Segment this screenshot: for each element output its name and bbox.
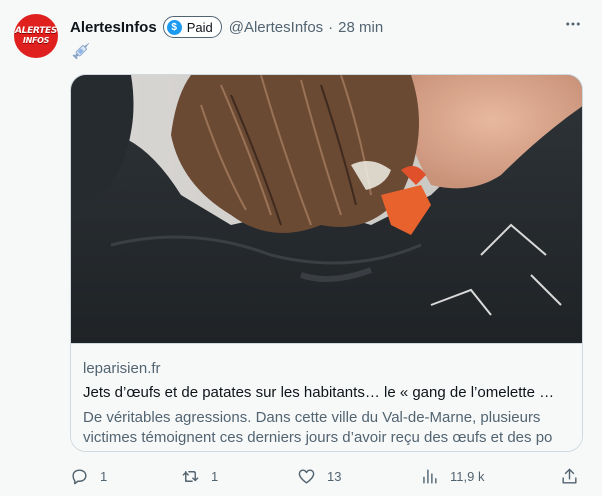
separator-dot: · — [328, 18, 334, 36]
views-button[interactable]: 11,9 k — [420, 466, 484, 486]
like-count: 13 — [327, 468, 342, 484]
views-icon — [423, 468, 437, 484]
share-button[interactable] — [560, 466, 579, 486]
retweet-button[interactable]: 1 — [181, 466, 218, 486]
paid-badge[interactable]: $ Paid — [162, 16, 222, 38]
more-options-button[interactable] — [562, 14, 584, 34]
card-domain: leparisien.fr — [83, 360, 161, 377]
tweet[interactable]: ALERTES INFOS AlertesInfos $ Paid @Alert… — [0, 0, 602, 496]
dollar-icon: $ — [166, 19, 182, 35]
avatar[interactable]: ALERTES INFOS — [14, 14, 58, 58]
tweet-time[interactable]: 28 min — [338, 19, 383, 36]
card-description: De véritables agressions. Dans cette vil… — [83, 409, 553, 446]
share-icon — [562, 468, 577, 484]
retweet-icon — [182, 470, 199, 482]
avatar-text-line2: INFOS — [22, 36, 50, 45]
syringe-icon — [72, 42, 90, 60]
views-count: 11,9 k — [450, 468, 485, 484]
author-name[interactable]: AlertesInfos — [70, 19, 157, 36]
card-headline: Jets d’œufs et de patates sur les habita… — [83, 384, 555, 401]
card-image[interactable] — [71, 75, 582, 343]
card-body[interactable]: leparisien.fr Jets d’œufs et de patates … — [71, 343, 582, 451]
link-card[interactable]: leparisien.fr Jets d’œufs et de patates … — [70, 74, 583, 452]
avatar-text-line1: ALERTES — [14, 26, 58, 36]
reply-count: 1 — [100, 468, 108, 484]
reply-button[interactable]: 1 — [70, 466, 107, 486]
paid-badge-label: Paid — [186, 19, 213, 35]
heart-icon — [298, 468, 315, 484]
tweet-header: AlertesInfos $ Paid @AlertesInfos · 28 m… — [70, 16, 383, 38]
like-button[interactable]: 13 — [297, 466, 341, 486]
retweet-count: 1 — [211, 468, 219, 484]
author-handle[interactable]: @AlertesInfos — [229, 19, 323, 36]
card-photo — [71, 75, 582, 343]
more-horizontal-icon — [566, 22, 580, 26]
reply-icon — [72, 468, 87, 484]
tweet-actions: 1 1 13 11,9 k — [70, 466, 590, 486]
